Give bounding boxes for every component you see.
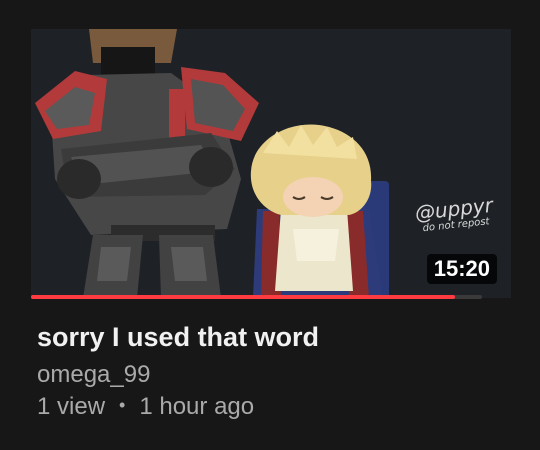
upload-age: 1 hour ago (139, 393, 255, 420)
watch-progress-bar (31, 295, 482, 299)
view-count: 1 view (37, 393, 106, 420)
channel-name[interactable]: omega_99 (37, 360, 517, 390)
video-stats: 1 view • 1 hour ago (37, 392, 517, 423)
video-card[interactable]: @uppyr do not repost 15:20 sorry I used … (0, 0, 540, 450)
video-meta: sorry I used that word omega_99 1 view • 1… (37, 320, 517, 423)
video-thumbnail[interactable]: @uppyr do not repost 15:20 (31, 29, 511, 298)
stats-separator: • (119, 395, 126, 415)
duration-badge: 15:20 (426, 254, 497, 284)
video-title[interactable]: sorry I used that word (37, 320, 517, 354)
watch-progress-fill (31, 295, 455, 299)
